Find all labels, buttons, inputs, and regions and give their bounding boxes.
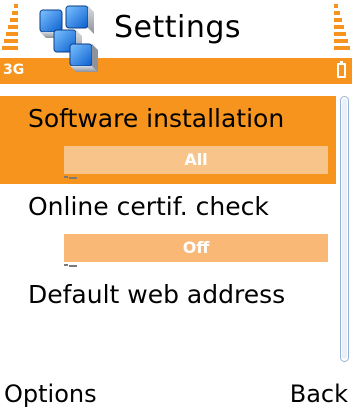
scrollbar[interactable] [340, 96, 349, 362]
setting-value: Off [64, 234, 328, 262]
settings-grid-icon [39, 5, 98, 72]
setting-item-online-certif-check[interactable]: Online certif. check Off [0, 184, 336, 272]
setting-item-default-web-address[interactable]: Default web address [0, 272, 336, 360]
battery-icon [337, 61, 346, 78]
setting-value: All [64, 146, 328, 174]
options-softkey[interactable]: Options [4, 380, 97, 408]
edit-indicator-icon [64, 264, 78, 267]
setting-label: Default web address [28, 280, 286, 309]
back-softkey[interactable]: Back [290, 380, 348, 408]
signal-strength-icon [2, 4, 18, 54]
network-label: 3G [3, 62, 25, 78]
settings-list: Software installation All Online certif.… [0, 96, 336, 360]
page-title: Settings [114, 10, 242, 45]
setting-item-software-installation[interactable]: Software installation All [0, 96, 336, 184]
battery-level-icon [334, 4, 350, 54]
edit-indicator-icon [64, 176, 78, 179]
header: 3G Settings [0, 0, 352, 84]
setting-label: Software installation [28, 104, 285, 133]
setting-label: Online certif. check [28, 192, 269, 221]
scroll-thumb[interactable] [342, 99, 347, 359]
